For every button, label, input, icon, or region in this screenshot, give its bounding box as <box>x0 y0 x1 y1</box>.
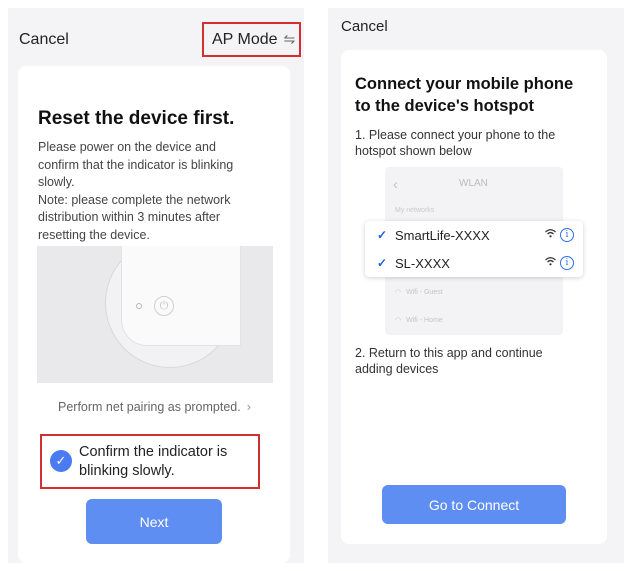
reset-screen: Cancel AP Mode ⇋ Reset the device first.… <box>8 8 304 563</box>
cancel-button[interactable]: Cancel <box>19 31 69 49</box>
chevron-right-icon: › <box>246 400 251 414</box>
network-name: SL-XXXX <box>395 255 450 271</box>
indicator-light-icon <box>136 303 142 309</box>
go-to-connect-button[interactable]: Go to Connect <box>382 485 566 524</box>
description-line: resetting the device. <box>38 227 150 242</box>
network-item: ✓ SL-XXXX i <box>365 249 583 277</box>
description-line: confirm that the indicator is blinking <box>38 157 234 172</box>
other-network-name: Wifi - Guest <box>406 288 443 296</box>
pairing-link[interactable]: Perform net pairing as prompted. › <box>58 400 251 414</box>
confirm-label-line: blinking slowly. <box>79 463 175 479</box>
confirm-indicator-checkbox[interactable]: ✓ Confirm the indicator is blinking slow… <box>40 434 260 489</box>
other-network: ◠ Wifi - Home <box>395 316 443 325</box>
info-icon: i <box>560 228 574 242</box>
step-line: 1. Please connect your phone to the <box>355 128 556 142</box>
wifi-signal-icon <box>545 229 556 241</box>
description-line: Note: please complete the network <box>38 192 231 207</box>
hotspot-card: Connect your mobile phone to the device'… <box>341 50 607 544</box>
ap-mode-button[interactable]: AP Mode ⇋ <box>202 22 301 57</box>
back-icon: ‹ <box>393 176 398 192</box>
wifi-signal-icon <box>545 257 556 269</box>
reset-description: Please power on the device and confirm t… <box>38 139 278 244</box>
swap-arrows-icon: ⇋ <box>283 31 296 47</box>
power-icon: ⏻ <box>154 296 174 316</box>
cancel-button[interactable]: Cancel <box>341 18 388 35</box>
description-line: slowly. <box>38 175 75 189</box>
checkmark-icon: ✓ <box>50 450 72 472</box>
next-button[interactable]: Next <box>86 499 222 544</box>
device-illustration: ⏻ <box>37 246 273 383</box>
step-1-text: 1. Please connect your phone to the hots… <box>355 127 585 159</box>
pairing-link-label: Perform net pairing as prompted. <box>58 400 241 414</box>
description-line: Please power on the device and <box>38 140 216 154</box>
ap-mode-label: AP Mode <box>212 30 278 48</box>
other-network: ◠ Wifi - Guest <box>395 288 443 297</box>
step-line: adding devices <box>355 362 439 376</box>
info-icon: i <box>560 256 574 270</box>
checkmark-icon: ✓ <box>377 228 388 242</box>
step-line: hotspot shown below <box>355 144 472 158</box>
step-line: 2. Return to this app and continue <box>355 346 543 360</box>
device-corner <box>121 246 241 346</box>
confirm-label: Confirm the indicator is blinking slowly… <box>79 443 227 481</box>
other-network-name: Wifi - Home <box>406 316 443 324</box>
network-item: ✓ SmartLife-XXXX i <box>365 221 583 249</box>
hotspot-list: ✓ SmartLife-XXXX i ✓ SL-XXXX i <box>365 221 583 277</box>
wifi-icon: ◠ <box>395 289 402 296</box>
confirm-label-line: Confirm the indicator is <box>79 444 228 460</box>
page-title: Connect your mobile phone to the device'… <box>355 73 600 117</box>
checkmark-icon: ✓ <box>377 256 388 270</box>
hotspot-screen: Cancel Connect your mobile phone to the … <box>328 8 624 563</box>
wlan-header: WLAN <box>459 178 488 189</box>
step-2-text: 2. Return to this app and continue addin… <box>355 345 585 377</box>
title-line: to the device's hotspot <box>355 97 535 115</box>
section-label: My networks <box>395 207 435 214</box>
page-title: Reset the device first. <box>38 108 235 129</box>
description-line: distribution within 3 minutes after <box>38 210 221 224</box>
network-name: SmartLife-XXXX <box>395 227 490 243</box>
title-line: Connect your mobile phone <box>355 75 574 93</box>
wifi-icon: ◠ <box>395 317 402 324</box>
